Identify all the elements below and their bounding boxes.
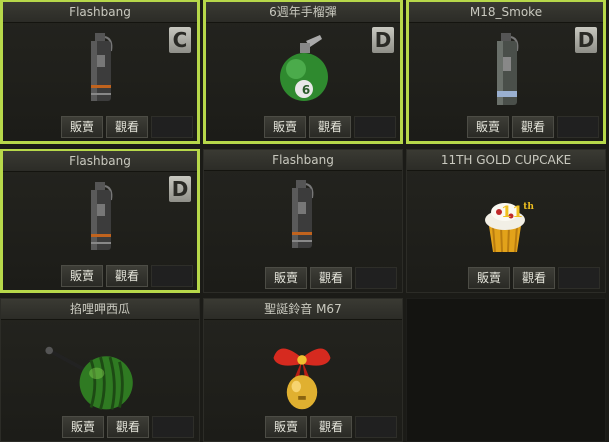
- empty-button-slot: [354, 116, 396, 138]
- item-card-watermelon[interactable]: 掐哩呷西瓜 販賣 觀看: [0, 298, 200, 442]
- empty-inventory-slot: [406, 298, 606, 442]
- item-name: 6週年手榴彈: [206, 2, 400, 23]
- item-name: 11TH GOLD CUPCAKE: [407, 150, 605, 171]
- action-buttons: 販賣 觀看: [468, 267, 600, 291]
- action-buttons: 販賣 觀看: [265, 267, 397, 291]
- sell-button[interactable]: 販賣: [264, 116, 306, 138]
- item-name: M18_Smoke: [409, 2, 603, 23]
- empty-button-slot: [151, 116, 193, 138]
- view-button[interactable]: 觀看: [309, 116, 351, 138]
- christmas-bell-grenade-icon: [273, 348, 331, 410]
- empty-button-slot: [152, 416, 194, 438]
- flashbang-icon: [91, 33, 113, 101]
- grade-badge: C: [169, 27, 191, 53]
- action-buttons: 販賣 觀看: [62, 416, 194, 440]
- item-name: Flashbang: [3, 151, 197, 172]
- sell-button[interactable]: 販賣: [62, 416, 104, 438]
- action-buttons: 販賣 觀看: [61, 116, 193, 140]
- action-buttons: 販賣 觀看: [264, 116, 396, 140]
- action-buttons: 販賣 觀看: [61, 265, 193, 289]
- sell-button[interactable]: 販賣: [467, 116, 509, 138]
- view-button[interactable]: 觀看: [512, 116, 554, 138]
- anniversary-grenade-icon: [280, 35, 328, 101]
- item-name: Flashbang: [3, 2, 197, 23]
- grade-badge: D: [575, 27, 597, 53]
- grade-badge: D: [169, 176, 191, 202]
- cupcake-number: 11: [501, 202, 524, 221]
- sell-button[interactable]: 販賣: [61, 265, 103, 287]
- view-button[interactable]: 觀看: [310, 416, 352, 438]
- empty-button-slot: [355, 267, 397, 289]
- inventory-grid: Flashbang C 販賣 觀看 6週年手榴彈 D 6 販賣 觀看 M18_S…: [0, 0, 609, 442]
- sell-button[interactable]: 販賣: [265, 267, 307, 289]
- smoke-grenade-icon: [497, 33, 519, 105]
- view-button[interactable]: 觀看: [106, 265, 148, 287]
- item-card-flashbang-2[interactable]: Flashbang D 販賣 觀看: [0, 149, 200, 293]
- action-buttons: 販賣 觀看: [265, 416, 397, 440]
- item-card-gold-cupcake[interactable]: 11TH GOLD CUPCAKE 11th 販賣 觀看: [406, 149, 606, 293]
- cupcake-number-label: 11th: [501, 202, 534, 221]
- view-button[interactable]: 觀看: [310, 267, 352, 289]
- watermelon-melee-icon: [45, 346, 133, 410]
- item-card-flashbang-1[interactable]: Flashbang C 販賣 觀看: [0, 0, 200, 144]
- empty-button-slot: [355, 416, 397, 438]
- empty-button-slot: [151, 265, 193, 287]
- empty-button-slot: [558, 267, 600, 289]
- empty-button-slot: [557, 116, 599, 138]
- item-name: 聖誕鈴音 M67: [204, 299, 402, 320]
- grade-badge: D: [372, 27, 394, 53]
- item-card-anniversary-grenade[interactable]: 6週年手榴彈 D 6 販賣 觀看: [203, 0, 403, 144]
- flashbang-icon: [292, 180, 314, 248]
- flashbang-icon: [91, 182, 113, 250]
- item-card-christmas-bell[interactable]: 聖誕鈴音 M67 販賣 觀看: [203, 298, 403, 442]
- view-button[interactable]: 觀看: [513, 267, 555, 289]
- sell-button[interactable]: 販賣: [61, 116, 103, 138]
- action-buttons: 販賣 觀看: [467, 116, 599, 140]
- item-card-m18-smoke[interactable]: M18_Smoke D 販賣 觀看: [406, 0, 606, 144]
- sell-button[interactable]: 販賣: [265, 416, 307, 438]
- item-name: Flashbang: [204, 150, 402, 171]
- item-card-flashbang-3[interactable]: Flashbang 販賣 觀看: [203, 149, 403, 293]
- view-button[interactable]: 觀看: [107, 416, 149, 438]
- sell-button[interactable]: 販賣: [468, 267, 510, 289]
- view-button[interactable]: 觀看: [106, 116, 148, 138]
- cupcake-suffix: th: [523, 202, 534, 212]
- item-name: 掐哩呷西瓜: [1, 299, 199, 320]
- grenade-number-label: 6: [301, 83, 311, 97]
